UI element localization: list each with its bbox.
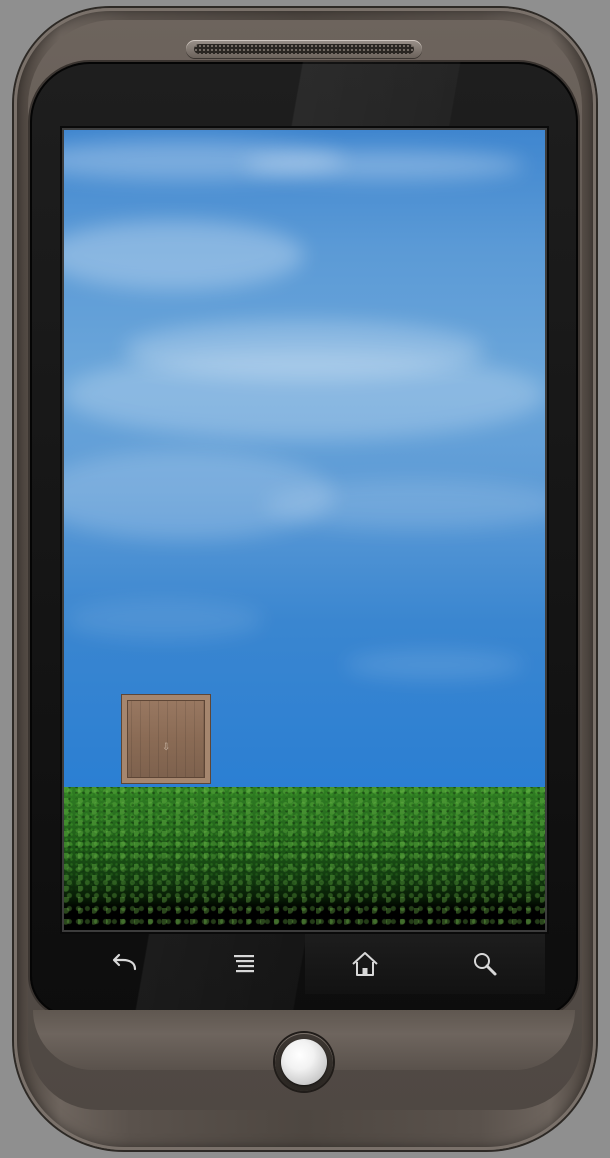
- search-button[interactable]: [424, 934, 545, 994]
- speaker-grille: [194, 44, 414, 54]
- menu-icon: [234, 955, 255, 973]
- trackball[interactable]: [275, 1033, 333, 1091]
- game-screen[interactable]: ⇩: [64, 130, 545, 930]
- menu-button[interactable]: [184, 934, 304, 994]
- back-button[interactable]: [64, 934, 184, 994]
- wooden-crate[interactable]: ⇩: [122, 695, 210, 783]
- navigation-bar: [64, 934, 545, 994]
- home-button[interactable]: [304, 934, 425, 994]
- crate-stencil-arrow-icon: ⇩: [162, 742, 171, 753]
- search-icon: [473, 953, 497, 976]
- sky-background: [64, 130, 545, 787]
- earpiece-speaker: [186, 40, 422, 58]
- grass-texture: [64, 787, 545, 897]
- trackball-ball[interactable]: [281, 1039, 327, 1085]
- home-icon: [351, 952, 378, 976]
- back-arrow-icon: [113, 953, 137, 971]
